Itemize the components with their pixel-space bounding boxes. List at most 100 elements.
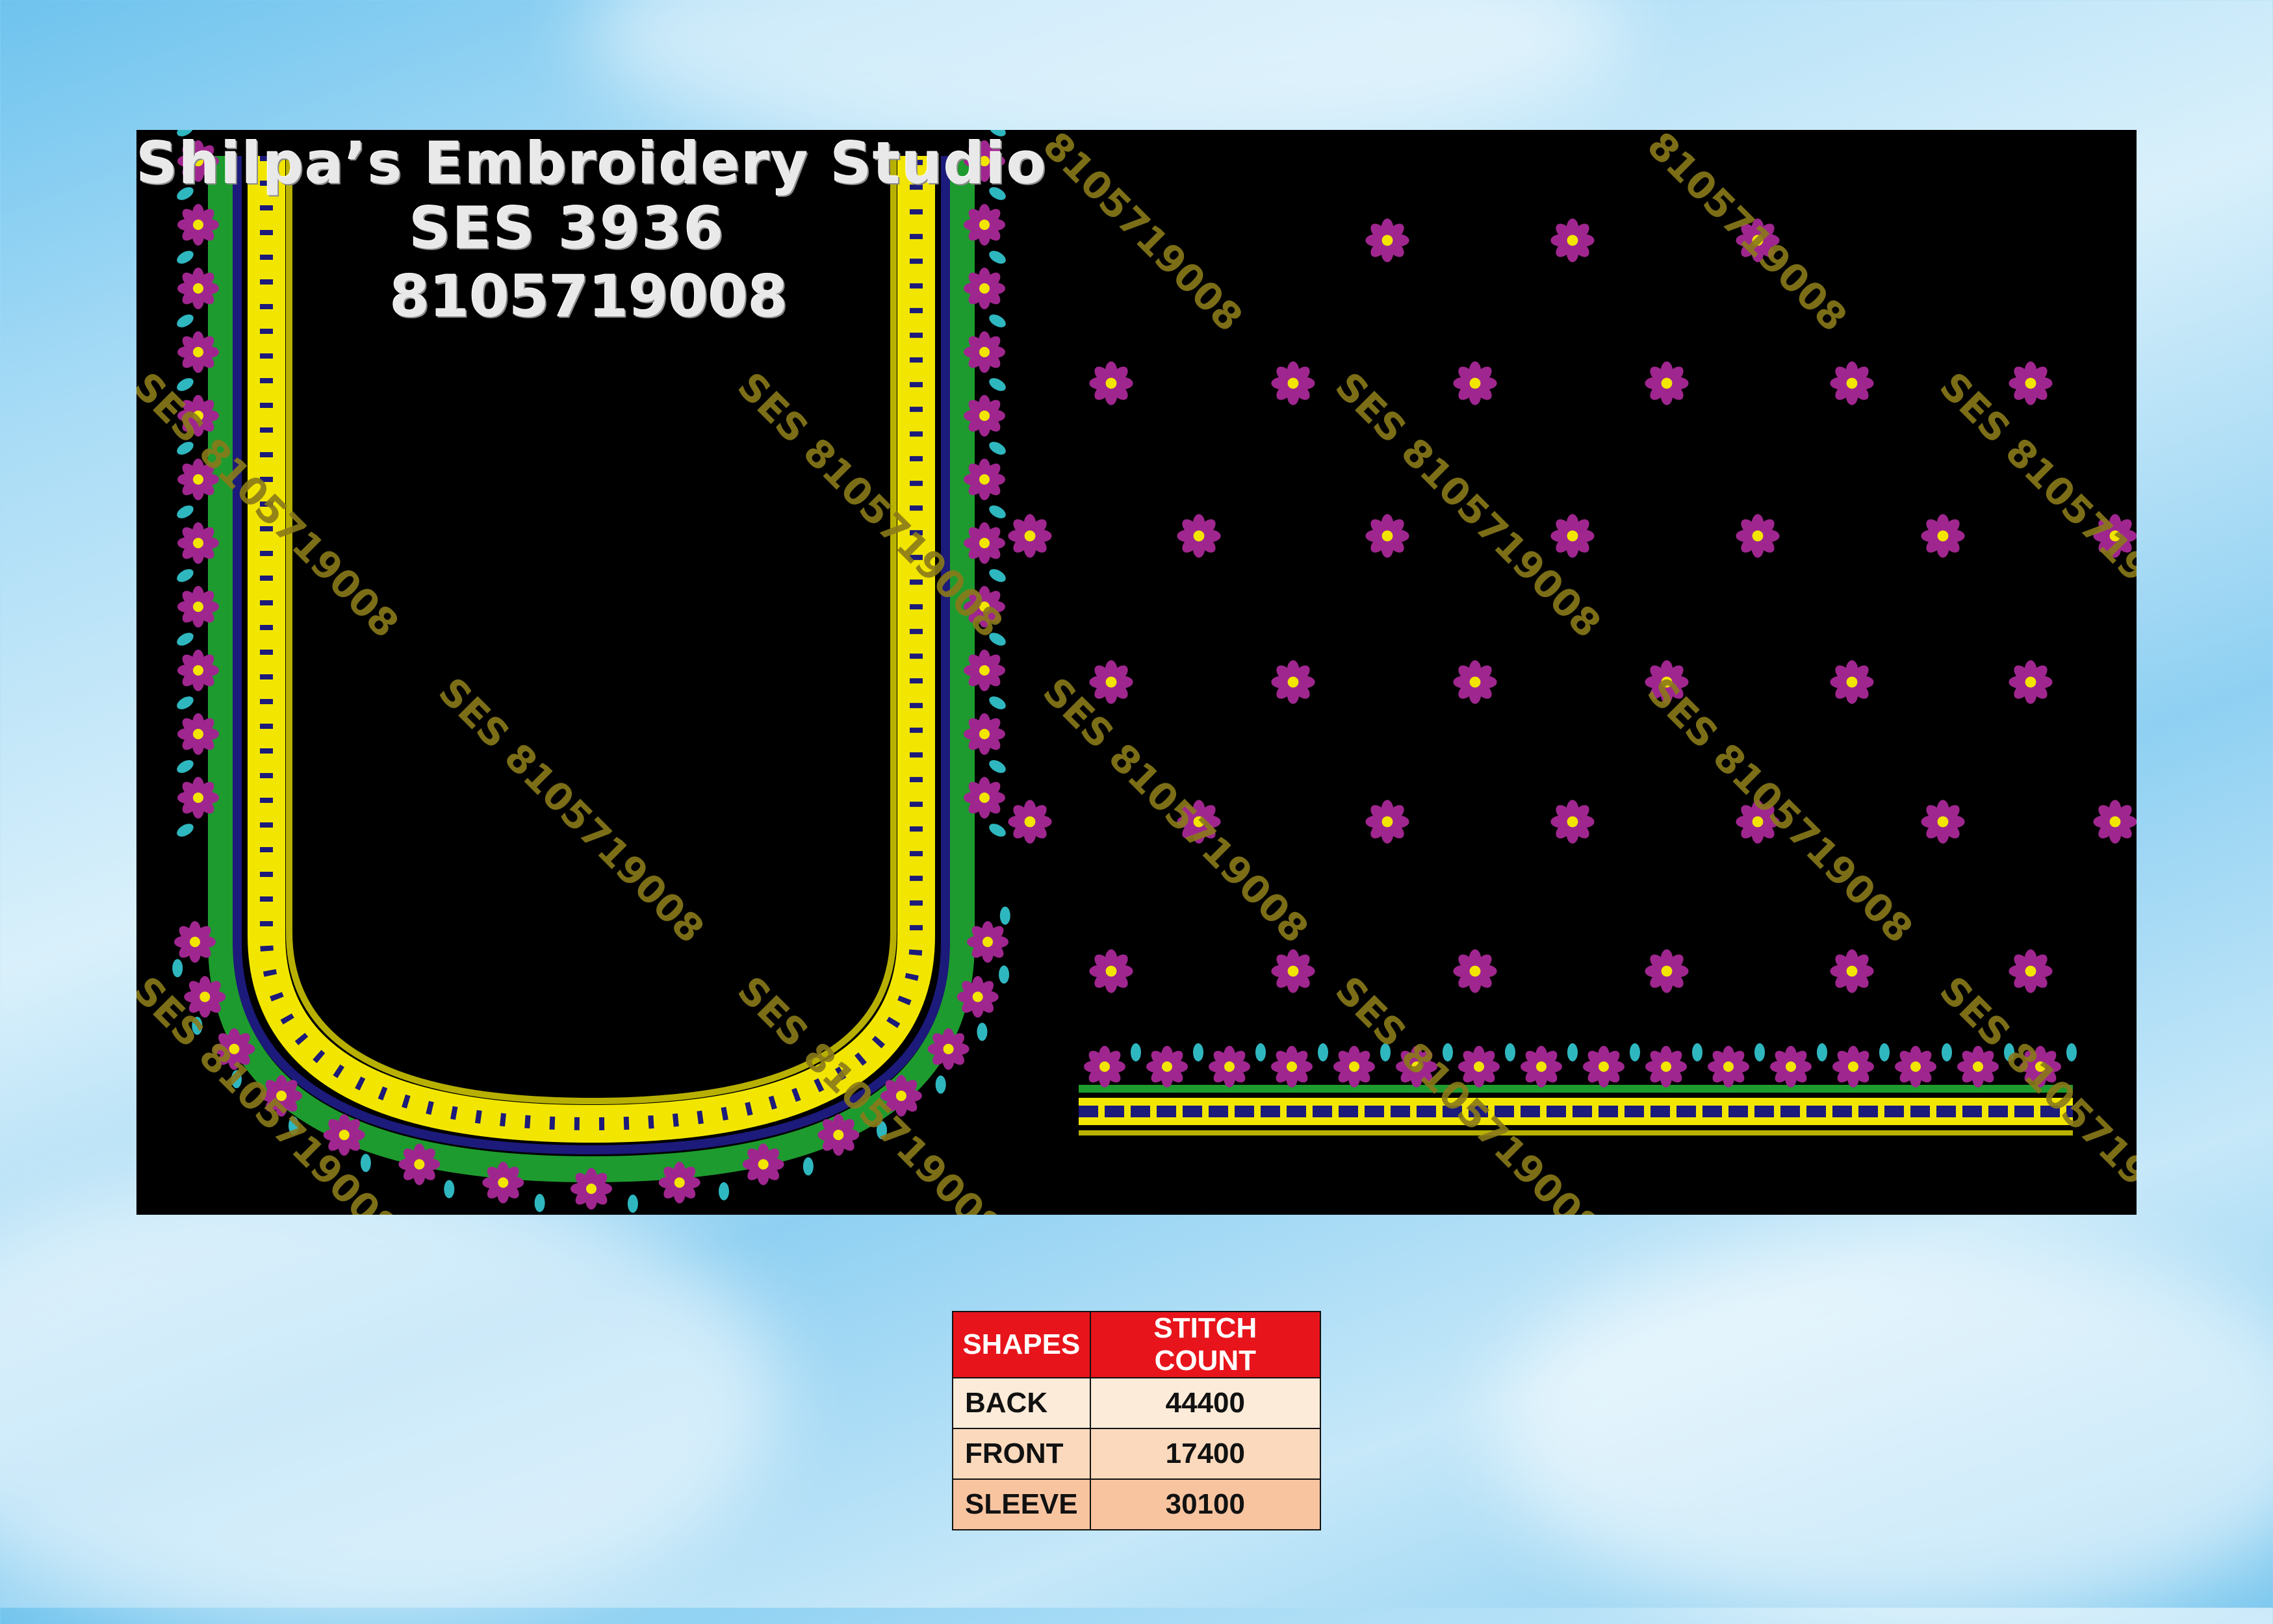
stitch-count-table: SHAPES STITCH COUNT BACK 44400 FRONT 174… (952, 1311, 1322, 1530)
table-row: BACK 44400 (952, 1377, 1322, 1429)
flower-motif (177, 268, 219, 309)
teal-drop (1754, 1043, 1765, 1061)
table-row: SLEEVE 30100 (952, 1478, 1322, 1530)
teal-drop (627, 1194, 638, 1213)
flower-motif (177, 522, 219, 564)
flower-motif (1770, 1046, 1812, 1087)
teal-drop (1193, 1043, 1203, 1061)
flower-motif (1084, 1046, 1125, 1087)
flower-motif (1365, 800, 1409, 844)
flower-motif (2009, 361, 2053, 405)
flower-motif (964, 395, 1005, 437)
shape-cell: FRONT (952, 1428, 1091, 1480)
flower-motif (174, 921, 216, 963)
flower-motif (964, 713, 1005, 755)
teal-drop (172, 959, 183, 978)
flower-motif (1271, 949, 1315, 993)
flower-motif (658, 1161, 700, 1204)
flower-motif (967, 921, 1008, 963)
flower-motif (2009, 949, 2053, 993)
teal-drop (803, 1157, 814, 1176)
flower-motif (1895, 1046, 1936, 1087)
flower-motif (1271, 660, 1315, 704)
teal-drop (935, 1075, 946, 1094)
flower-motif (398, 1143, 441, 1186)
teal-drop (1255, 1043, 1266, 1061)
teal-drop (534, 1193, 545, 1212)
teal-drop (2066, 1043, 2077, 1061)
flower-motif (1583, 1046, 1624, 1087)
teal-drop (989, 696, 1006, 709)
teal-drop (1942, 1043, 1952, 1061)
teal-drop (1879, 1043, 1890, 1061)
flower-motif (1089, 361, 1133, 405)
flower-motif (1177, 514, 1221, 558)
teal-drop (999, 906, 1010, 925)
flower-motif (482, 1161, 524, 1204)
shape-cell: BACK (952, 1377, 1091, 1429)
teal-drop (1505, 1043, 1515, 1061)
flower-motif (1830, 361, 1874, 405)
flower-motif (1209, 1046, 1250, 1087)
count-cell: 44400 (1089, 1377, 1322, 1429)
studio-name: Shilpa’s Embroidery Studio (136, 130, 1047, 197)
table-row: FRONT 17400 (952, 1428, 1322, 1480)
flower-motif (1146, 1046, 1188, 1087)
flower-motif (177, 650, 219, 691)
flower-motif (1089, 949, 1133, 993)
teal-drop (989, 251, 1006, 264)
teal-drop (977, 1022, 988, 1041)
teal-drop (1692, 1043, 1702, 1061)
phone-number: 8105719008 (390, 263, 788, 330)
flower-motif (177, 204, 219, 246)
flower-motif (1921, 514, 1965, 558)
flower-motif (1453, 361, 1497, 405)
flower-motif (1645, 361, 1689, 405)
teal-drop (718, 1182, 729, 1200)
flower-motif (964, 777, 1005, 818)
flower-motif (571, 1168, 612, 1210)
teal-drop (1567, 1043, 1578, 1061)
flower-motif (1453, 949, 1497, 993)
teal-drop (989, 505, 1006, 518)
teal-drop (177, 633, 194, 646)
sleeve-border (1079, 1043, 2077, 1136)
flower-motif (177, 586, 219, 628)
flower-motif (1453, 660, 1497, 704)
flower-motif (1645, 1046, 1687, 1087)
flower-motif (177, 777, 219, 818)
flower-motif (1008, 800, 1052, 844)
flower-motif (2093, 800, 2137, 844)
teal-drop (177, 824, 194, 837)
flower-motif (927, 1028, 970, 1070)
flower-motif (1550, 800, 1595, 844)
teal-drop (989, 760, 1006, 773)
flower-motif (1333, 1046, 1375, 1087)
flower-motif (964, 650, 1005, 691)
flower-motif (742, 1143, 784, 1186)
flower-motif (964, 459, 1005, 500)
count-cell: 30100 (1089, 1478, 1322, 1530)
flower-motif (177, 713, 219, 755)
header-stitch-count: STITCH COUNT (1089, 1311, 1322, 1378)
flower-motif (1550, 218, 1595, 262)
teal-drop (989, 824, 1006, 837)
flower-motif (1089, 660, 1133, 704)
flower-motif (1832, 1046, 1874, 1087)
flower-motif (1008, 514, 1052, 558)
table-header-row: SHAPES STITCH COUNT (952, 1311, 1322, 1378)
teal-drop (360, 1154, 371, 1173)
flower-motif (1271, 1046, 1313, 1087)
teal-drop (989, 378, 1006, 391)
flower-motif (1521, 1046, 1562, 1087)
flower-motif (1271, 361, 1315, 405)
teal-drop (444, 1180, 455, 1199)
teal-drop (1630, 1043, 1640, 1061)
teal-drop (989, 314, 1006, 327)
flower-motif (964, 268, 1005, 309)
flower-motif (1830, 949, 1874, 993)
flower-motif (2009, 660, 2053, 704)
flower-motif (1365, 514, 1409, 558)
count-cell: 17400 (1089, 1428, 1322, 1480)
teal-drop (1318, 1043, 1328, 1061)
